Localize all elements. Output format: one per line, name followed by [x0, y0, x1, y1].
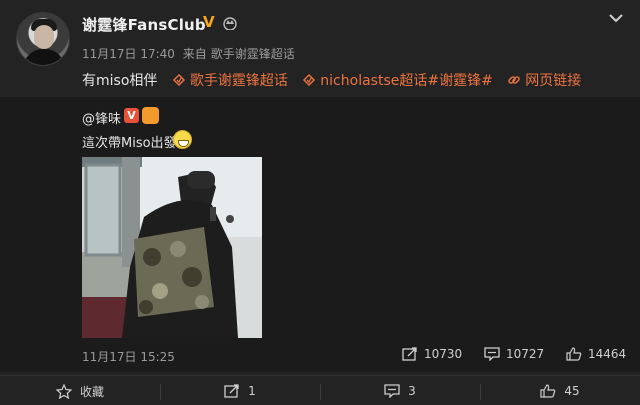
- thumbs-up-icon: [566, 347, 582, 361]
- repost-icon: [402, 347, 417, 361]
- post-text: 有miso相伴 歌手谢霆锋超话 nicholastse超话#谢霆锋# 网页链接: [82, 70, 581, 90]
- supertopic-icon: [172, 73, 185, 87]
- repost-count: 10730: [424, 347, 463, 361]
- vip-badge-icon: [142, 107, 159, 124]
- post-source[interactable]: 歌手谢霆锋超话: [211, 47, 295, 61]
- repost-button[interactable]: 1: [160, 376, 320, 405]
- supertopic-label: nicholastse超话: [320, 73, 428, 89]
- post-text-body: 有miso相伴: [82, 73, 158, 89]
- like-button[interactable]: 45: [480, 376, 640, 405]
- quoted-timestamp[interactable]: 11月17日 15:25: [82, 348, 175, 365]
- post-photo[interactable]: [82, 157, 262, 338]
- web-link-label: 网页链接: [525, 73, 582, 89]
- hashtag-link[interactable]: #谢霆锋#: [427, 73, 492, 89]
- comment-icon: [484, 347, 500, 362]
- photo-illustration: [82, 157, 262, 338]
- chevron-down-icon[interactable]: [608, 12, 624, 24]
- supertopic-icon: [303, 73, 316, 87]
- like-count: 45: [564, 384, 580, 398]
- like-count: 14464: [588, 347, 627, 361]
- comment-button[interactable]: 3: [320, 376, 480, 405]
- quoted-post[interactable]: @锋味 V 這次帶Miso出發 11月17日 15:25 10730 10727…: [0, 97, 640, 372]
- favorite-button[interactable]: 收藏: [0, 376, 160, 405]
- star-icon: [55, 383, 72, 399]
- source-prefix: 来自: [182, 47, 207, 61]
- weibo-post: 谢霆锋FansClub V 11月17日 17:40 来自 歌手谢霆锋超话 有mi…: [0, 0, 640, 405]
- quoted-author[interactable]: @锋味: [82, 108, 121, 127]
- username[interactable]: 谢霆锋FansClub: [82, 14, 206, 35]
- quoted-comment-count[interactable]: 10727: [484, 347, 545, 362]
- supertopic-link[interactable]: 歌手谢霆锋超话: [172, 73, 292, 89]
- supertopic-link[interactable]: nicholastse超话#谢霆锋#: [302, 73, 497, 89]
- comment-icon: [384, 384, 400, 398]
- repost-icon: [224, 384, 239, 398]
- web-link[interactable]: 网页链接: [507, 73, 581, 89]
- comment-count: 10727: [506, 347, 545, 361]
- verified-icon: V: [203, 13, 215, 31]
- crown-icon: [223, 17, 237, 30]
- action-bar: 收藏 1 3 45: [0, 375, 640, 405]
- thumbs-up-icon: [540, 384, 556, 398]
- quoted-text: 這次帶Miso出發: [82, 136, 177, 151]
- favorite-label: 收藏: [79, 384, 104, 399]
- post-meta: 11月17日 17:40 来自 歌手谢霆锋超话: [82, 45, 299, 62]
- quoted-like-count[interactable]: 14464: [566, 347, 626, 361]
- grin-emoji-icon: [173, 130, 192, 149]
- comment-count: 3: [408, 384, 416, 398]
- repost-count: 1: [248, 384, 256, 398]
- post-timestamp[interactable]: 11月17日 17:40: [82, 47, 175, 61]
- quoted-repost-count[interactable]: 10730: [402, 347, 462, 361]
- link-icon: [508, 76, 521, 84]
- verified-badge-icon: V: [124, 108, 139, 123]
- avatar[interactable]: [16, 12, 70, 66]
- supertopic-label: 歌手谢霆锋超话: [189, 73, 288, 89]
